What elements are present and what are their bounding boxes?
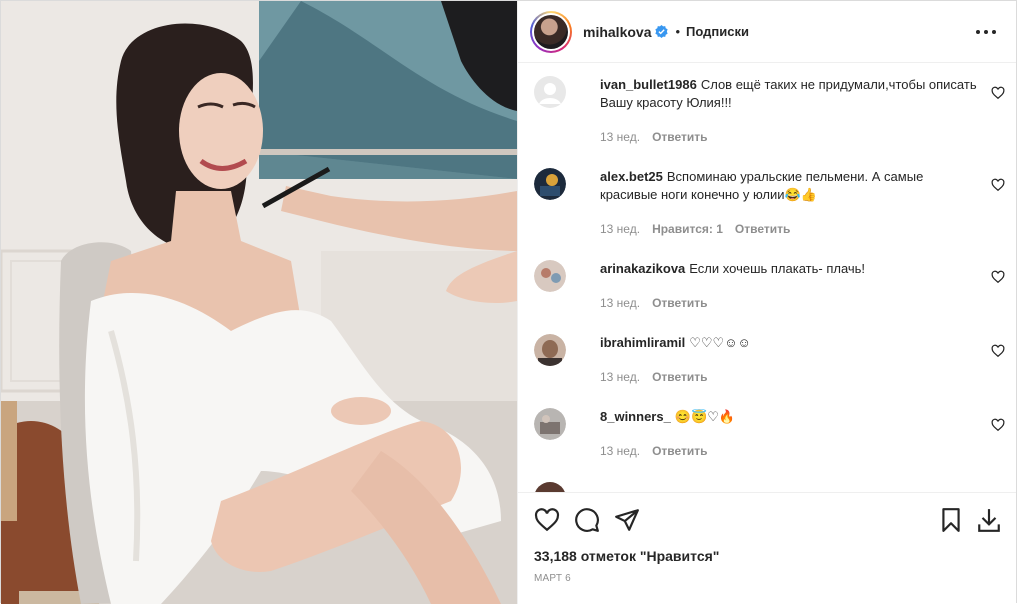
reply-button[interactable]: Ответить — [652, 370, 707, 384]
comment-heart-icon[interactable] — [991, 344, 1005, 358]
photo-image — [1, 1, 517, 604]
comment-avatar[interactable] — [534, 334, 566, 366]
post-sidebar: mihalkova • Подписки ivan_bullet1986 Слов… — [517, 1, 1016, 604]
reply-button[interactable]: Ответить — [652, 444, 707, 458]
likes-count[interactable]: 33,188 отметок "Нравится" — [534, 548, 719, 564]
comment-time[interactable]: 13 нед. — [600, 130, 640, 144]
comment-text: ♡♡♡☺☺ — [689, 335, 751, 350]
header-separator: • — [675, 24, 681, 39]
post-actions: 33,188 отметок "Нравится" МАРТ 6 — [518, 492, 1016, 604]
comment-time[interactable]: 13 нед. — [600, 296, 640, 310]
bookmark-icon[interactable] — [938, 507, 964, 533]
comment-username[interactable]: ivan_bullet1986 — [600, 77, 697, 92]
post-date[interactable]: МАРТ 6 — [534, 573, 571, 584]
comment-avatar[interactable] — [534, 168, 566, 200]
comment-text: Если хочешь плакать- плачь! — [689, 261, 866, 276]
post-photo[interactable] — [1, 1, 517, 604]
comment-username[interactable]: alex.bet25 — [600, 169, 663, 184]
comment-time[interactable]: 13 нед. — [600, 222, 640, 236]
author-username[interactable]: mihalkova — [583, 24, 651, 40]
comment-avatar[interactable] — [534, 260, 566, 292]
comment-heart-icon[interactable] — [991, 178, 1005, 192]
comment-time[interactable]: 13 нед. — [600, 444, 640, 458]
comment-username[interactable]: ibrahimliramil — [600, 335, 685, 350]
following-button[interactable]: Подписки — [686, 24, 749, 39]
share-icon[interactable] — [614, 507, 640, 533]
comment-likes[interactable]: Нравится: 1 — [652, 222, 723, 236]
reply-button[interactable]: Ответить — [652, 296, 707, 310]
more-dots-icon[interactable] — [976, 23, 996, 41]
comment-icon[interactable] — [574, 507, 600, 533]
reply-button[interactable]: Ответить — [652, 130, 707, 144]
reply-button[interactable]: Ответить — [735, 222, 790, 236]
comment-avatar[interactable] — [534, 408, 566, 440]
comment-heart-icon[interactable] — [991, 86, 1005, 100]
comment-heart-icon[interactable] — [991, 270, 1005, 284]
download-icon[interactable] — [976, 507, 1002, 533]
comment-username[interactable]: arinakazikova — [600, 261, 685, 276]
comments-list[interactable]: ivan_bullet1986 Слов ещё таких не придума… — [518, 64, 1016, 492]
comment-username[interactable]: 8_winners_ — [600, 409, 671, 424]
comment-avatar[interactable] — [534, 76, 566, 108]
comment-text: 😊😇♡🔥 — [674, 409, 736, 424]
heart-icon[interactable] — [534, 507, 560, 533]
author-avatar[interactable] — [530, 10, 572, 53]
post-header: mihalkova • Подписки — [518, 1, 1016, 63]
instagram-post: mihalkova • Подписки ivan_bullet1986 Слов… — [0, 0, 1017, 604]
comment-avatar[interactable] — [534, 482, 566, 492]
comment-time[interactable]: 13 нед. — [600, 370, 640, 384]
comment-heart-icon[interactable] — [991, 418, 1005, 432]
verified-badge-icon — [655, 25, 669, 38]
